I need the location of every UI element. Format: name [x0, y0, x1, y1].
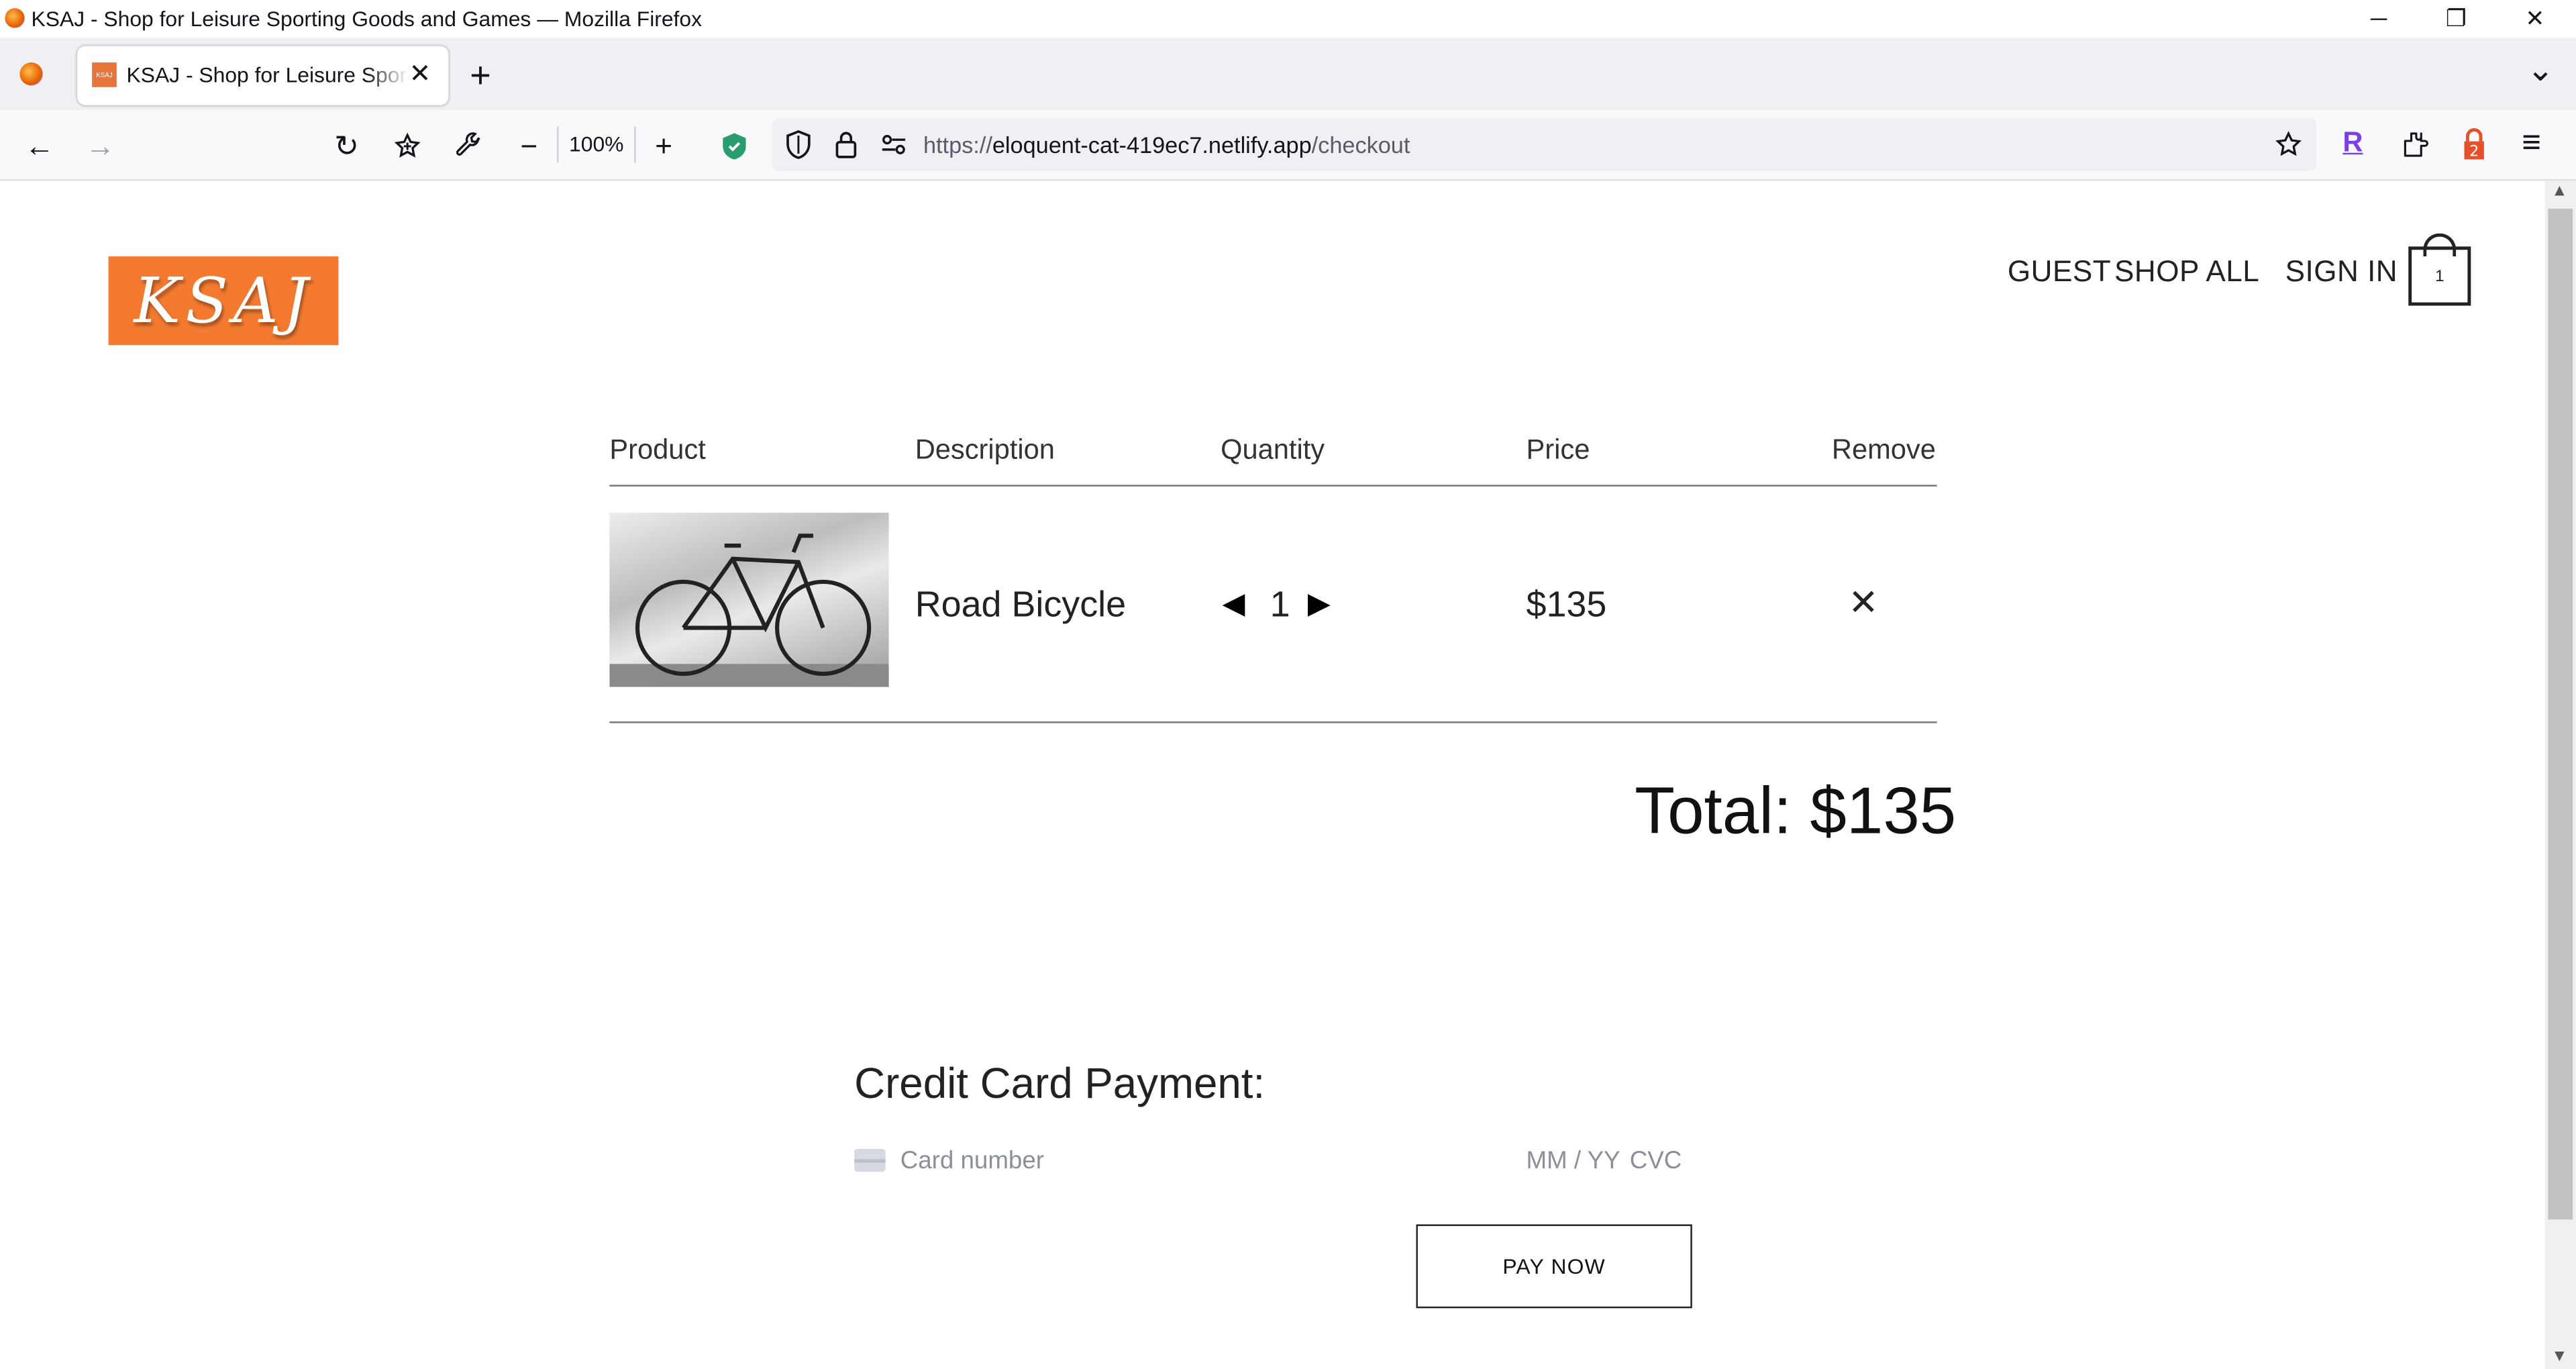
- tracking-shield-icon[interactable]: [785, 130, 811, 167]
- firefox-logo-icon: [5, 8, 25, 28]
- permissions-icon[interactable]: [879, 132, 909, 166]
- card-cvc-field[interactable]: CVC: [1630, 1147, 1682, 1175]
- scroll-up-arrow-icon[interactable]: ▲: [2551, 183, 2567, 201]
- window-title: KSAJ - Shop for Leisure Sporting Goods a…: [31, 6, 703, 32]
- firefox-view-icon[interactable]: [19, 62, 43, 86]
- zoom-divider-left: [556, 126, 559, 163]
- tab-ksaj[interactable]: KSAJ KSAJ - Shop for Leisure Sporting Go…: [77, 46, 449, 105]
- item-quantity: 1: [1270, 583, 1290, 625]
- header-remove: Remove: [1831, 434, 1936, 466]
- scrollbar-thumb[interactable]: [2548, 209, 2573, 1220]
- close-window-button[interactable]: ✕: [2502, 3, 2568, 36]
- zoom-out-button[interactable]: −: [508, 125, 551, 168]
- cart-count[interactable]: 1: [2408, 268, 2471, 286]
- extension-r-icon[interactable]: R: [2342, 127, 2363, 160]
- item-price: $135: [1526, 583, 1607, 625]
- card-expiry-field[interactable]: MM / YY: [1527, 1147, 1620, 1175]
- card-number-field[interactable]: Card number: [900, 1147, 1044, 1175]
- credit-card-icon: [854, 1148, 886, 1172]
- minimize-button[interactable]: ─: [2346, 3, 2412, 36]
- tab-close-icon[interactable]: ✕: [409, 58, 431, 91]
- restore-button[interactable]: ❐: [2423, 3, 2489, 36]
- new-tab-button[interactable]: +: [470, 54, 491, 97]
- url-text[interactable]: https://eloquent-cat-419ec7.netlify.app/…: [923, 132, 1410, 158]
- site-favicon-icon: KSAJ: [92, 62, 117, 87]
- lock-icon[interactable]: [833, 130, 859, 167]
- quantity-increase-button[interactable]: ▶: [1308, 587, 1331, 621]
- window-titlebar: KSAJ - Shop for Leisure Sporting Goods a…: [0, 0, 2576, 38]
- site-logo[interactable]: KSAJ: [108, 256, 339, 346]
- header-product: Product: [609, 434, 706, 466]
- svg-text:2: 2: [2469, 144, 2479, 160]
- header-price: Price: [1526, 434, 1590, 466]
- nav-shop-all[interactable]: SHOP ALL: [2114, 255, 2259, 289]
- app-menu-button[interactable]: ≡: [2522, 125, 2541, 162]
- nav-sign-in[interactable]: SIGN IN: [2285, 255, 2398, 289]
- pay-now-button[interactable]: PAY NOW: [1416, 1224, 1692, 1309]
- quantity-decrease-button[interactable]: ◀: [1223, 587, 1245, 621]
- nav-guest[interactable]: GUEST: [2008, 255, 2111, 289]
- scroll-down-arrow-icon[interactable]: ▼: [2551, 1348, 2567, 1366]
- reload-button[interactable]: ↻: [325, 125, 368, 168]
- url-path: /checkout: [1311, 131, 1410, 158]
- orange-extension-icon[interactable]: 2: [2461, 128, 2487, 169]
- url-host: eloquent-cat-419ec7.netlify.app: [992, 131, 1312, 158]
- remove-item-button[interactable]: ✕: [1848, 582, 1878, 625]
- zoom-divider-right: [634, 126, 636, 163]
- forward-button[interactable]: →: [79, 125, 122, 168]
- url-scheme: https://: [923, 131, 992, 158]
- back-button[interactable]: ←: [18, 125, 61, 168]
- table-footer-divider: [609, 721, 1937, 723]
- item-description: Road Bicycle: [915, 583, 1127, 625]
- payment-title: Credit Card Payment:: [854, 1058, 1266, 1108]
- wrench-icon[interactable]: [447, 125, 490, 168]
- header-quantity: Quantity: [1221, 434, 1325, 466]
- cart-total: Total: $135: [1635, 775, 1957, 848]
- table-header-divider: [609, 485, 1937, 487]
- header-description: Description: [915, 434, 1055, 466]
- product-image: [609, 513, 889, 687]
- zoom-level[interactable]: 100%: [560, 132, 633, 156]
- zoom-in-button[interactable]: +: [642, 125, 685, 168]
- list-all-tabs-icon[interactable]: ⌄: [2527, 49, 2555, 90]
- bookmark-star-icon[interactable]: [386, 125, 429, 168]
- bicycle-image: [609, 534, 889, 687]
- green-shield-extension-icon[interactable]: [713, 125, 756, 168]
- bookmark-page-star-icon[interactable]: [2274, 130, 2304, 167]
- tab-label: KSAJ - Shop for Leisure Sporting Goods a…: [126, 62, 409, 87]
- extensions-puzzle-icon[interactable]: [2400, 130, 2430, 167]
